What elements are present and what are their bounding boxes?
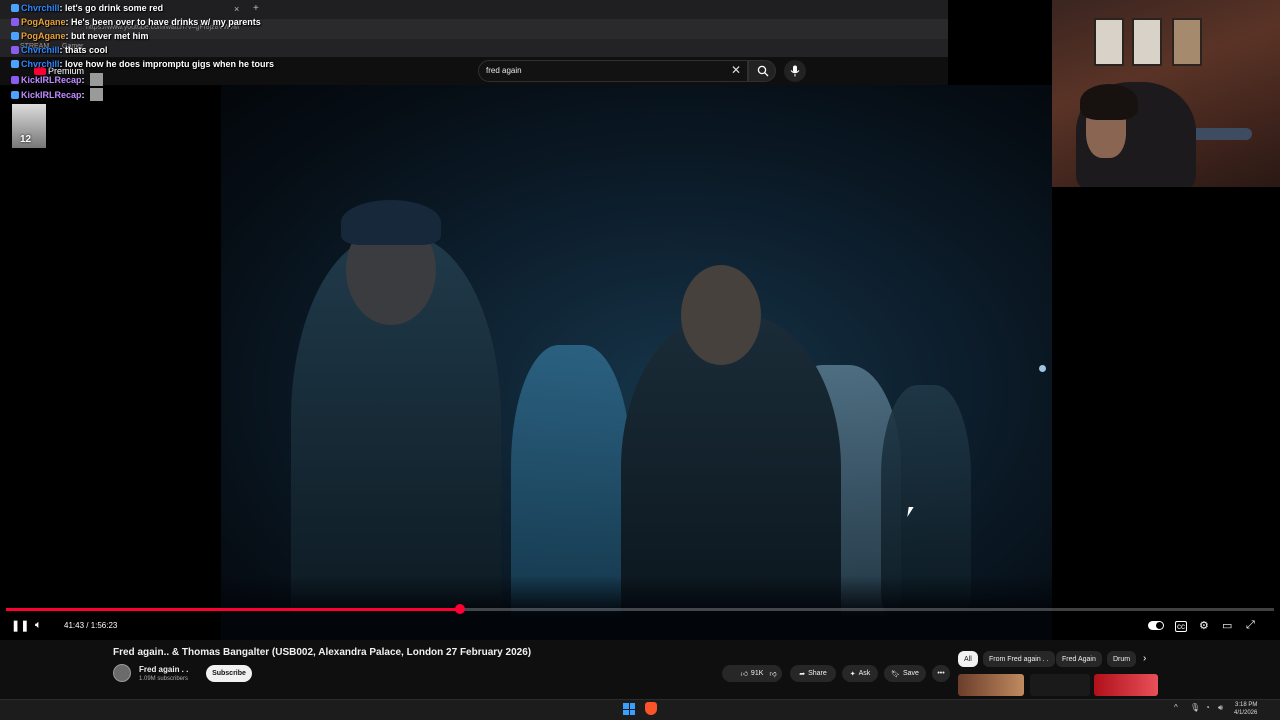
- chat-emote-label: 12: [20, 134, 32, 145]
- chat-message: Chvrchill: thats cool: [11, 45, 108, 55]
- fullscreen-icon[interactable]: ⤢: [1246, 619, 1255, 632]
- tab-close-icon[interactable]: ×: [234, 4, 239, 14]
- video-title: Fred again.. & Thomas Bangalter (USB002,…: [113, 647, 532, 658]
- share-button[interactable]: ➦ Share: [790, 665, 836, 682]
- recommended-thumbnail[interactable]: [1030, 674, 1090, 696]
- performer-cap: [341, 200, 441, 245]
- sparkle-icon: ✦: [849, 670, 856, 678]
- wall-art: [1132, 18, 1162, 66]
- brave-browser-icon[interactable]: [645, 702, 657, 715]
- chat-emote: [90, 73, 104, 86]
- clock-time: 3:18 PM: [1235, 702, 1258, 708]
- chat-text: thats cool: [65, 45, 108, 55]
- autoplay-toggle[interactable]: [1148, 621, 1164, 630]
- chat-username: KickIRLRecap: [21, 75, 82, 85]
- performer-head: [681, 265, 761, 365]
- chat-message: Chvrchill: let's go drink some red: [11, 3, 163, 13]
- chat-badge-icon: [11, 46, 19, 54]
- chat-username: Chvrchill: [21, 3, 60, 13]
- chat-badge-icon: [11, 32, 19, 40]
- chat-username: PogAgane: [21, 17, 66, 27]
- chat-message: PogAgane: He's been over to have drinks …: [11, 17, 261, 27]
- search-button[interactable]: [748, 60, 776, 82]
- chip-from-channel[interactable]: From Fred again . .: [983, 651, 1055, 667]
- chat-badge-icon: [11, 4, 19, 12]
- dislike-button[interactable]: 👎︎: [764, 665, 782, 682]
- chat-text: let's go drink some red: [65, 3, 164, 13]
- chat-badge-icon: [11, 91, 19, 99]
- save-label: Save: [902, 670, 919, 677]
- wall-art: [1094, 18, 1124, 66]
- progress-played: [6, 608, 460, 611]
- chat-message: PogAgane: but never met him: [11, 31, 149, 41]
- chat-text: He's been over to have drinks w/ my pare…: [71, 17, 261, 27]
- subscribe-button[interactable]: Subscribe: [206, 665, 252, 682]
- recommended-thumbnail[interactable]: [958, 674, 1024, 696]
- channel-avatar[interactable]: [113, 664, 131, 682]
- volume-icon[interactable]: 🔈︎: [35, 619, 42, 632]
- clock[interactable]: 3:18 PM 4/1/2026: [1234, 701, 1257, 717]
- chat-separator: :: [81, 75, 88, 85]
- chat-message: KickIRLRecap:: [11, 73, 104, 86]
- search-icon: [757, 65, 769, 77]
- thumbs-down-icon: 👎︎: [769, 671, 777, 678]
- captions-icon[interactable]: cc: [1175, 621, 1187, 632]
- search-query[interactable]: fred again: [486, 66, 522, 75]
- new-tab-icon[interactable]: +: [253, 3, 259, 14]
- chat-username: PogAgane: [21, 31, 66, 41]
- taskbar: [0, 699, 1280, 720]
- chevron-up-icon[interactable]: ^: [1174, 703, 1178, 712]
- chat-message: KickIRLRecap:: [11, 88, 104, 101]
- chat-username: KickIRLRecap: [21, 90, 82, 100]
- screen: × + https://www.youtube.com/watch?v=gFf8…: [0, 0, 1280, 720]
- close-icon[interactable]: ✕: [731, 63, 741, 77]
- like-count: 91K: [750, 670, 764, 677]
- ask-button[interactable]: ✦ Ask: [842, 665, 878, 682]
- wall-art: [1172, 18, 1202, 66]
- chat-emote: [90, 88, 104, 101]
- voice-search-button[interactable]: [784, 60, 806, 82]
- chat-message: Chvrchill: love how he does impromptu gi…: [11, 59, 274, 69]
- chat-text: but never met him: [71, 31, 149, 41]
- windows-start-icon[interactable]: [623, 703, 635, 715]
- chip-drum[interactable]: Drum: [1107, 651, 1137, 667]
- more-icon: •••: [937, 670, 945, 677]
- chat-badge-icon: [11, 76, 19, 84]
- stage-light: [1039, 365, 1046, 372]
- share-icon: ➦: [799, 670, 806, 678]
- mic-icon: [790, 65, 800, 77]
- subscriber-count: 1.09M subscribers: [139, 676, 189, 682]
- mic-tray-icon[interactable]: 🎙︎: [1190, 703, 1200, 712]
- chip-fred-again[interactable]: Fred Again: [1056, 651, 1102, 667]
- settings-gear-icon[interactable]: ⚙: [1199, 619, 1209, 632]
- chat-username: Chvrchill: [21, 59, 60, 69]
- chat-badge-icon: [11, 18, 19, 26]
- bookmarks-bar: [0, 39, 948, 57]
- pause-icon[interactable]: ❚❚: [11, 619, 29, 632]
- clock-date: 4/1/2026: [1234, 710, 1258, 716]
- channel-name[interactable]: Fred again . .: [139, 665, 188, 674]
- streamer-webcam: [1052, 0, 1280, 187]
- video-frame[interactable]: [221, 85, 1052, 640]
- chat-separator: :: [81, 90, 88, 100]
- chevron-right-icon[interactable]: ›: [1143, 653, 1146, 664]
- streamer-hair: [1080, 84, 1138, 120]
- recommended-thumbnail[interactable]: [1094, 674, 1158, 696]
- playback-time: 41:43 / 1:56:23: [64, 621, 118, 630]
- save-button[interactable]: 🔖︎ Save: [884, 665, 926, 682]
- speaker-icon[interactable]: 🔊︎: [1218, 703, 1223, 713]
- wifi-icon[interactable]: ◔: [1205, 703, 1210, 712]
- ask-label: Ask: [858, 670, 871, 677]
- more-actions-button[interactable]: •••: [932, 665, 950, 682]
- theater-mode-icon[interactable]: ▭: [1222, 619, 1232, 632]
- progress-scrubber[interactable]: [455, 604, 465, 614]
- chat-username: Chvrchill: [21, 45, 60, 55]
- thumbs-up-icon: 👍︎: [740, 671, 748, 678]
- share-label: Share: [808, 670, 827, 677]
- bookmark-icon: 🔖︎: [891, 670, 900, 678]
- chat-badge-icon: [11, 60, 19, 68]
- chat-text: love how he does impromptu gigs when he …: [65, 59, 275, 69]
- chip-all[interactable]: All: [958, 651, 978, 667]
